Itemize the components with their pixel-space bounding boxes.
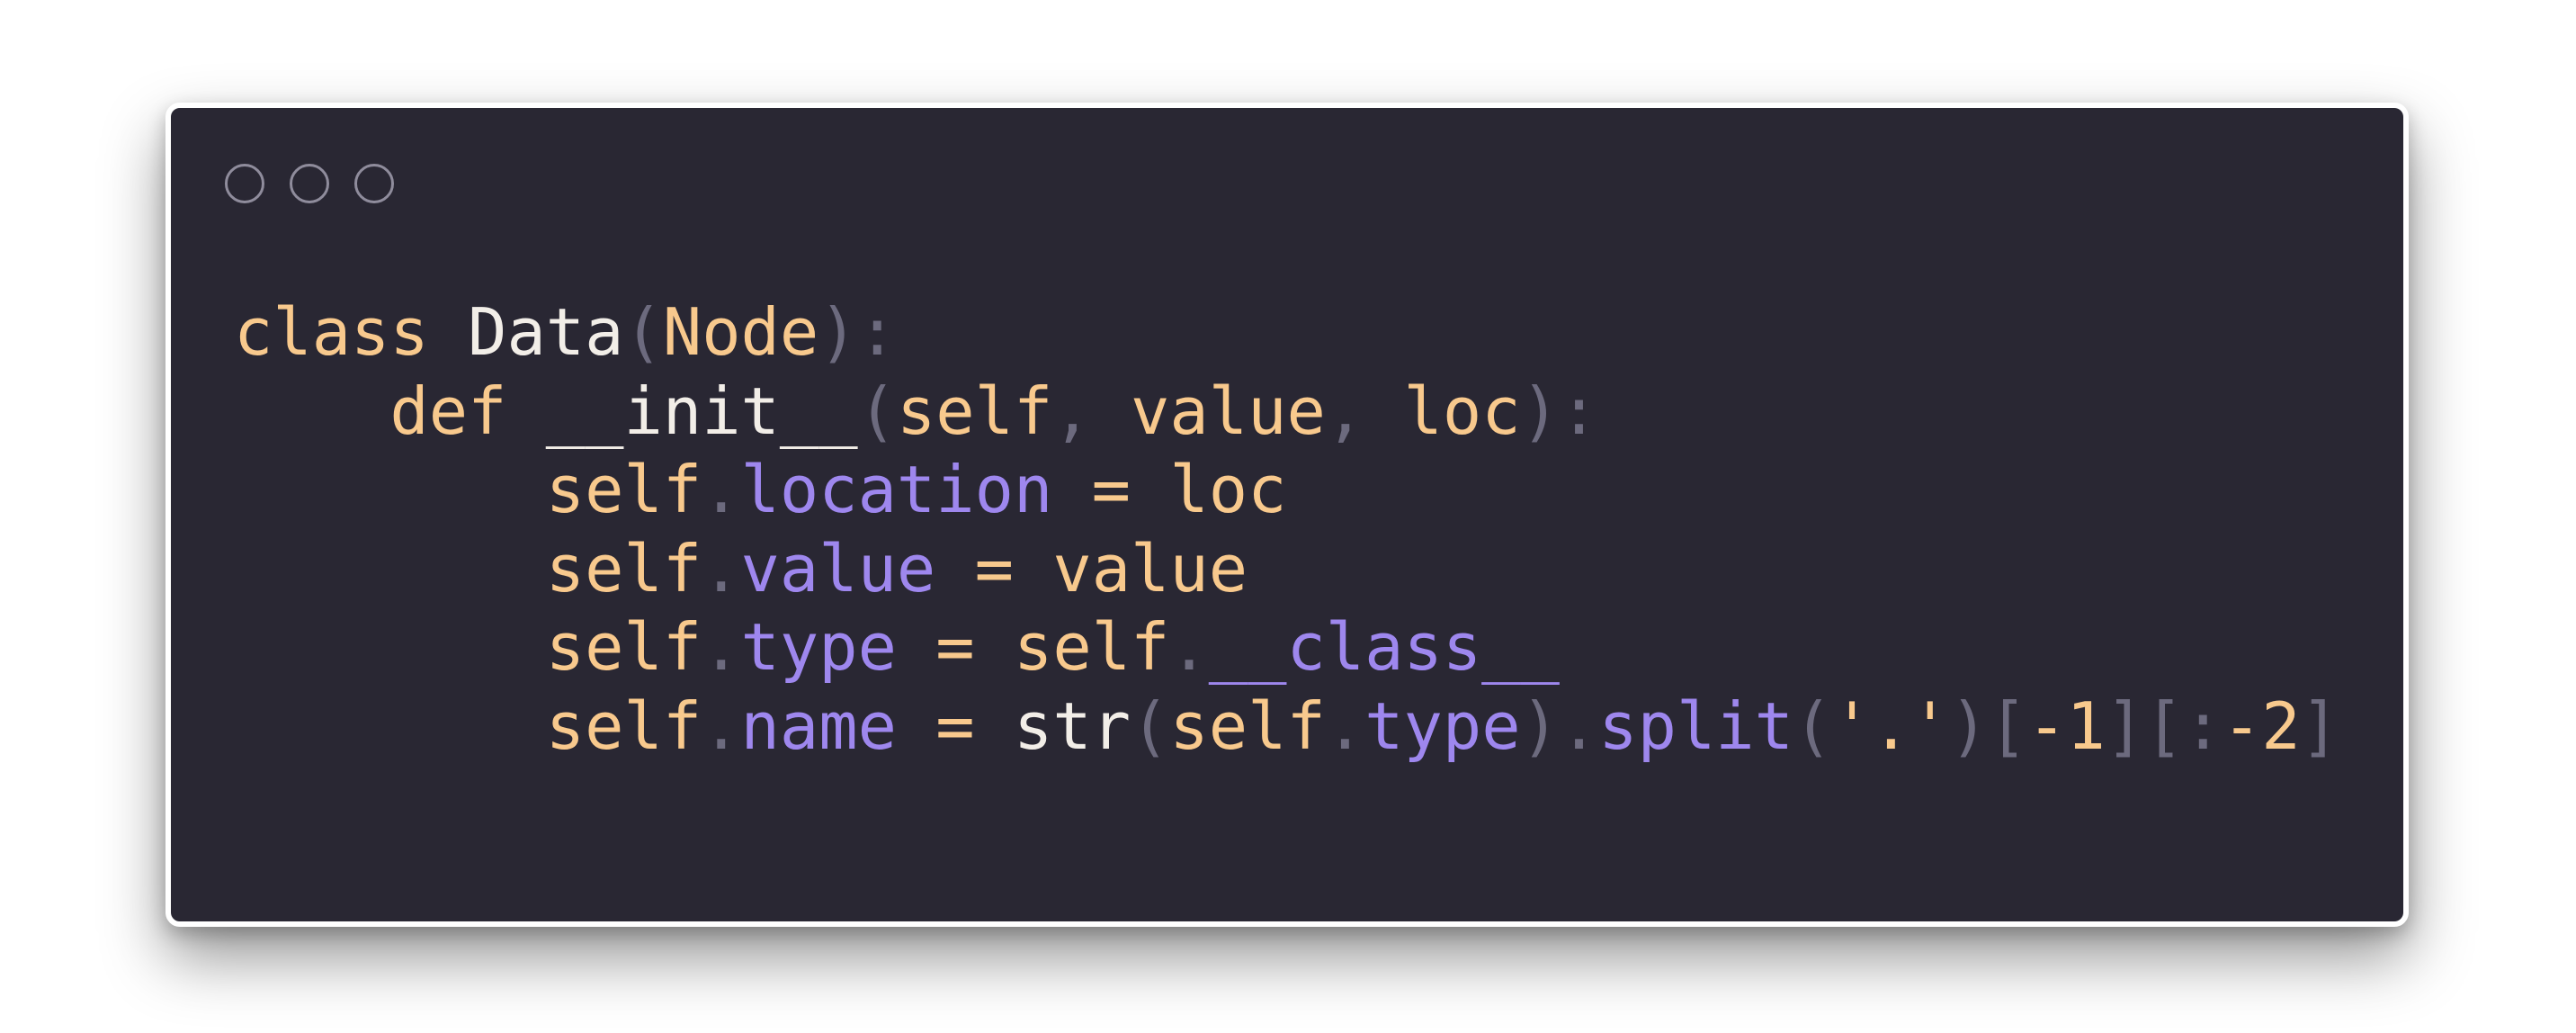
code-token: self [1169,687,1326,764]
code-token: self [896,373,1053,449]
maximize-icon[interactable] [354,164,394,203]
code-token: value [740,530,936,606]
code-token: [ [1988,687,2028,764]
code-token: __init__ [545,373,858,449]
code-line: class Data(Node): [234,293,2339,373]
code-token: Data [468,294,624,370]
code-token: type [1364,687,1521,764]
code-token: -2 [2222,687,2301,764]
code-token: Node [662,294,819,370]
code-token: location [740,452,1053,527]
code-token: ) [1949,687,1989,764]
code-token: . [702,452,741,527]
code-token: = [935,687,975,764]
code-line: self.name = str(self.type).split('.')[-1… [234,687,2339,767]
code-token: self [545,609,702,685]
code-token: ( [623,294,663,370]
code-token: , [1325,373,1365,449]
code-token: [ [2144,687,2184,764]
code-token: __class__ [1208,609,1560,685]
code-token: = [974,530,1014,606]
code-token: ): [818,294,897,370]
code-token: self [545,530,702,606]
code-token: ( [1131,687,1170,764]
code-line: self.value = value [234,530,2339,609]
code-token: name [740,687,897,764]
code-token: . [702,530,741,606]
code-token: , [1052,373,1092,449]
code-token: value [1052,530,1248,606]
code-token: value [1131,373,1326,449]
code-token: ) [1520,687,1560,764]
code-token: . [1559,687,1599,764]
code-token: ] [2300,687,2339,764]
code-token: . [1169,609,1209,685]
code-token: loc [1403,373,1521,449]
code-token: ( [857,373,897,449]
code-line: def __init__(self, value, loc): [234,373,2339,452]
code-token: . [1325,687,1365,764]
code-window: class Data(Node): def __init__(self, val… [165,103,2409,927]
code-token: split [1598,687,1794,764]
code-token: ): [1520,373,1599,449]
code-token: loc [1169,452,1287,527]
close-icon[interactable] [225,164,264,203]
code-token: = [1091,452,1131,527]
minimize-icon[interactable] [290,164,329,203]
code-token: str [1014,687,1131,764]
code-token: ] [2105,687,2145,764]
code-token: . [702,609,741,685]
code-token: '.' [1832,687,1950,764]
code-token: self [545,452,702,527]
code-token: . [702,687,741,764]
code-token: : [2183,687,2223,764]
window-controls [225,164,394,203]
code-token: self [545,687,702,764]
code-token: = [935,609,975,685]
code-line: self.type = self.__class__ [234,608,2339,687]
code-token: self [1014,609,1170,685]
code-token: -1 [2027,687,2106,764]
code-token: type [740,609,897,685]
code-token: def [389,373,507,449]
code-token: class [234,294,429,370]
code-token: ( [1793,687,1833,764]
code-block: class Data(Node): def __init__(self, val… [234,293,2339,766]
code-line: self.location = loc [234,451,2339,530]
